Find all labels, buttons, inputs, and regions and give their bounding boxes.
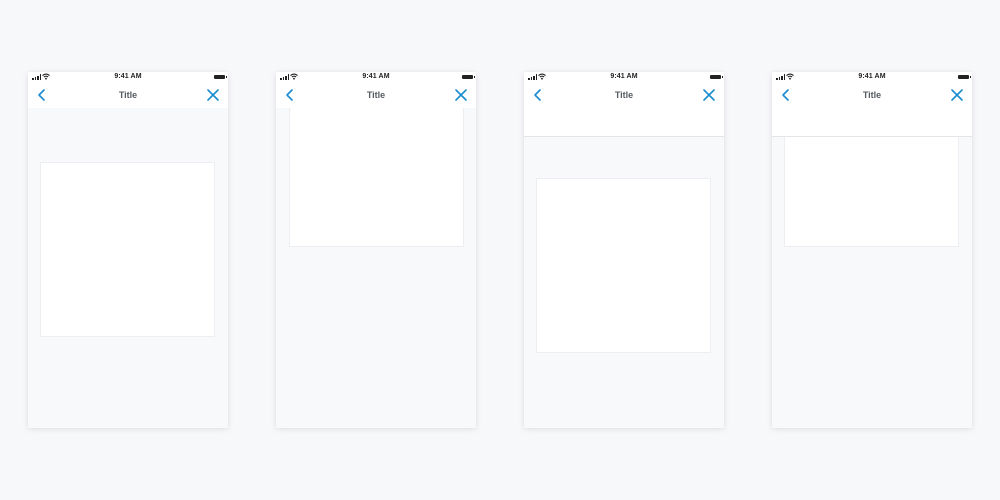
nav-bar: Title (524, 82, 724, 137)
chevron-left-icon[interactable] (780, 88, 792, 102)
status-time: 9:41 AM (362, 73, 390, 80)
nav-title: Title (366, 90, 386, 100)
nav-title: Title (862, 90, 882, 100)
close-icon[interactable] (206, 88, 220, 102)
status-bar: 9:41 AM (772, 72, 972, 82)
battery-icon (462, 75, 475, 79)
phone-screen-4: 9:41 AM Title (772, 72, 972, 428)
content-card (784, 136, 959, 247)
content-card (40, 162, 215, 337)
chevron-left-icon[interactable] (284, 88, 296, 102)
phone-screen-3: 9:41 AM Title (524, 72, 724, 428)
battery-icon (214, 75, 227, 79)
nav-bar: Title (772, 82, 972, 137)
close-icon[interactable] (702, 88, 716, 102)
phone-screen-1: 9:41 AM Title (28, 72, 228, 428)
status-bar: 9:41 AM (524, 72, 724, 82)
close-icon[interactable] (950, 88, 964, 102)
nav-title: Title (614, 90, 634, 100)
chevron-left-icon[interactable] (532, 88, 544, 102)
status-bar: 9:41 AM (276, 72, 476, 82)
content-card (289, 108, 464, 247)
status-time: 9:41 AM (114, 73, 142, 80)
status-time: 9:41 AM (610, 73, 638, 80)
nav-bar: Title (28, 82, 228, 108)
status-time: 9:41 AM (858, 73, 886, 80)
status-bar: 9:41 AM (28, 72, 228, 82)
nav-bar: Title (276, 82, 476, 108)
battery-icon (710, 75, 723, 79)
content-card (536, 178, 711, 353)
close-icon[interactable] (454, 88, 468, 102)
nav-title: Title (118, 90, 138, 100)
chevron-left-icon[interactable] (36, 88, 48, 102)
phone-screen-2: 9:41 AM Title (276, 72, 476, 428)
battery-icon (958, 75, 971, 79)
